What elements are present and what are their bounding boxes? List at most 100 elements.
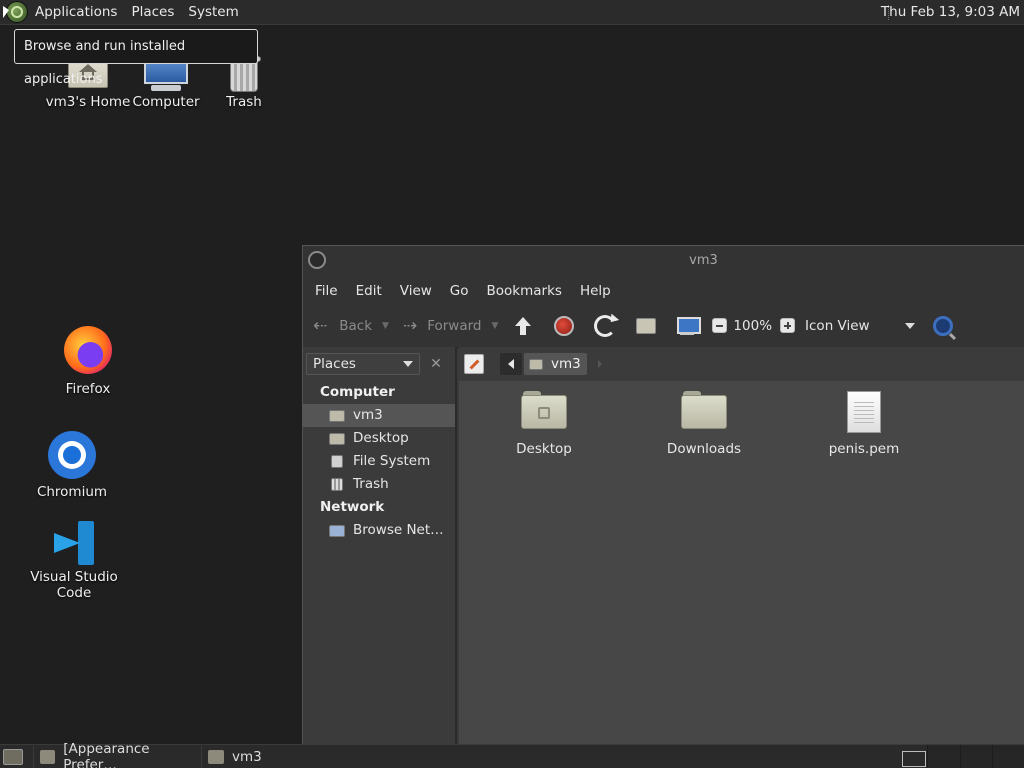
sidebar-item-vm3[interactable]: vm3 — [303, 404, 455, 427]
up-arrow-icon[interactable] — [512, 315, 534, 337]
desktop-icon-trash[interactable]: Trash — [194, 56, 294, 110]
sidebar-type-label: Places — [313, 356, 356, 372]
pathbar: vm3 — [459, 347, 1024, 381]
task-label: [Appearance Prefer… — [63, 740, 150, 768]
applications-menu[interactable]: Applications — [28, 0, 124, 25]
menu-edit[interactable]: Edit — [347, 283, 391, 299]
workspace-4[interactable] — [992, 745, 1024, 768]
view-mode-select[interactable]: Icon View — [805, 317, 916, 334]
text-file-icon — [847, 391, 881, 433]
sidebar: Places ✕ Computer vm3 Desktop File Syste… — [303, 347, 457, 744]
forward-button[interactable]: ⇢ Forward — [403, 311, 482, 341]
home-folder-icon — [208, 749, 224, 764]
folder-icon — [681, 391, 727, 429]
firefox-icon — [64, 326, 112, 374]
sidebar-item-desktop[interactable]: Desktop — [303, 427, 455, 450]
folder-icon — [521, 391, 567, 429]
sidebar-group-computer: Computer — [320, 384, 395, 400]
chromium-icon — [48, 431, 96, 479]
sidebar-type-select[interactable]: Places — [306, 353, 420, 375]
applications-tooltip: Browse and run installed applications — [14, 29, 258, 87]
mouse-cursor-icon — [3, 6, 9, 18]
back-button[interactable]: ⇠ Back — [313, 311, 372, 341]
menu-go[interactable]: Go — [441, 283, 478, 299]
sidebar-header: Places ✕ — [303, 347, 455, 381]
sidebar-item-browse-network[interactable]: Browse Net… — [303, 519, 455, 542]
trash-icon — [331, 478, 343, 491]
zoom-out-icon[interactable] — [712, 318, 728, 333]
path-crumb-label: vm3 — [551, 356, 581, 372]
toolbar: ⇠ Back ▼ ⇢ Forward ▼ 100% Icon View — [303, 304, 1024, 348]
file-item-label: Downloads — [666, 441, 742, 457]
file-item-desktop[interactable]: Desktop — [484, 391, 604, 457]
path-crumb-current[interactable]: vm3 — [524, 353, 587, 375]
stop-icon[interactable] — [554, 315, 575, 336]
sidebar-item-file-system[interactable]: File System — [303, 450, 455, 473]
forward-history-dropdown-icon[interactable]: ▼ — [492, 321, 499, 331]
desktop-icon-firefox[interactable]: Firefox — [38, 326, 138, 397]
panel-menus: Applications Places System — [0, 0, 246, 25]
zoom-in-icon[interactable] — [780, 318, 796, 333]
back-history-dropdown-icon[interactable]: ▼ — [382, 321, 389, 331]
main-menu-logo-icon[interactable] — [6, 1, 28, 23]
sidebar-item-trash[interactable]: Trash — [303, 473, 455, 496]
sidebar-item-label: Trash — [353, 476, 389, 492]
task-label: vm3 — [232, 748, 262, 765]
system-menu[interactable]: System — [181, 0, 245, 25]
menu-bookmarks[interactable]: Bookmarks — [478, 283, 571, 299]
back-arrow-icon: ⇠ — [313, 315, 328, 336]
computer-icon[interactable] — [676, 316, 702, 335]
sidebar-item-label: vm3 — [353, 407, 383, 423]
task-appearance-preferences[interactable]: [Appearance Prefer… — [33, 741, 201, 768]
preferences-icon — [40, 749, 56, 764]
sidebar-item-label: File System — [353, 453, 431, 469]
sidebar-item-label: Desktop — [353, 430, 409, 446]
top-panel: Applications Places System Thu Feb 13, 9… — [0, 0, 1024, 25]
home-folder-icon — [529, 358, 543, 370]
sidebar-group-network: Network — [320, 499, 385, 515]
menu-view[interactable]: View — [391, 283, 441, 299]
workspace-3[interactable] — [960, 745, 993, 768]
location-edit-icon[interactable] — [464, 354, 484, 374]
path-scroll-left-icon[interactable] — [500, 353, 522, 375]
main-pane: vm3 Desktop Downloads penis.pem — [459, 347, 1024, 744]
reload-icon[interactable] — [594, 314, 617, 337]
workspace-2[interactable] — [927, 745, 960, 768]
window-title: vm3 — [689, 253, 718, 268]
desktop-icon-label: Visual Studio Code — [30, 569, 118, 601]
chevron-down-icon — [403, 361, 413, 367]
file-item-label: penis.pem — [828, 441, 900, 457]
search-icon[interactable] — [933, 315, 954, 336]
home-icon[interactable] — [636, 317, 657, 334]
sidebar-close-icon[interactable]: ✕ — [426, 354, 446, 374]
view-mode-label: Icon View — [805, 317, 870, 334]
task-file-manager[interactable]: vm3 — [201, 745, 367, 768]
menu-help[interactable]: Help — [571, 283, 620, 299]
zoom-level[interactable]: 100% — [733, 318, 772, 334]
menubar: File Edit View Go Bookmarks Help — [303, 277, 1024, 304]
clock[interactable]: Thu Feb 13, 9:03 AM — [881, 0, 1020, 25]
window-content: Places ✕ Computer vm3 Desktop File Syste… — [303, 347, 1024, 744]
file-item-downloads[interactable]: Downloads — [644, 391, 764, 457]
menu-file[interactable]: File — [306, 283, 347, 299]
show-desktop-icon[interactable] — [3, 748, 23, 765]
desktop-folder-icon — [329, 432, 345, 445]
desktop-icon-vscode[interactable]: Visual Studio Code — [14, 521, 134, 601]
bottom-taskbar: [Appearance Prefer… vm3 — [0, 741, 1024, 768]
forward-arrow-icon: ⇢ — [402, 315, 418, 336]
file-manager-window: vm3 File Edit View Go Bookmarks Help ⇠ B… — [302, 245, 1024, 744]
network-icon — [329, 524, 345, 537]
chevron-down-icon — [905, 322, 916, 329]
home-folder-icon — [329, 409, 345, 422]
path-scroll-right-icon[interactable] — [593, 353, 607, 375]
sidebar-item-label: Browse Net… — [353, 522, 444, 538]
places-menu[interactable]: Places — [124, 0, 181, 25]
forward-label: Forward — [427, 317, 482, 334]
desktop-icon-label: Firefox — [65, 381, 111, 397]
vscode-icon — [52, 521, 96, 565]
file-item-pem[interactable]: penis.pem — [804, 391, 924, 457]
window-titlebar[interactable]: vm3 — [303, 246, 1024, 277]
workspace-1[interactable] — [902, 751, 926, 767]
desktop-icon-chromium[interactable]: Chromium — [22, 431, 122, 500]
file-view: Desktop Downloads penis.pem — [459, 381, 1024, 744]
